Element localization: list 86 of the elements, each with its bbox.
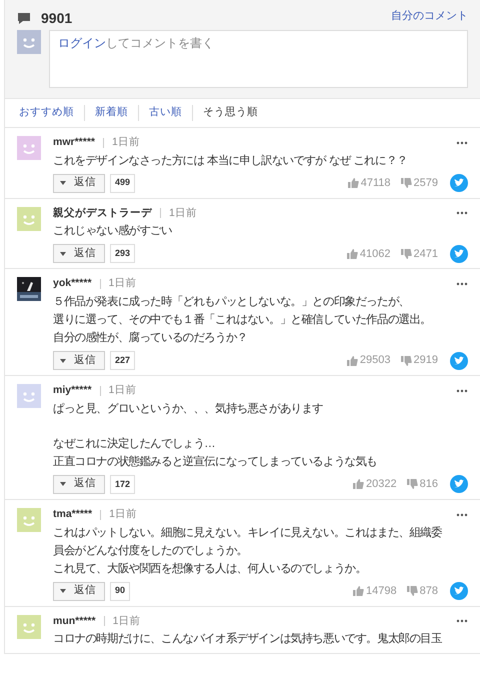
- sort-tab[interactable]: 古い順: [138, 105, 186, 121]
- username[interactable]: tma*****: [53, 506, 92, 522]
- username[interactable]: yok*****: [53, 276, 92, 292]
- more-icon[interactable]: [456, 282, 468, 286]
- thumbs-down-icon[interactable]: [400, 356, 412, 366]
- my-comments-link[interactable]: 自分のコメント: [391, 8, 468, 24]
- username[interactable]: mwr*****: [53, 134, 96, 150]
- caret-icon: [60, 181, 66, 185]
- comment-text: なぜこれに決定したんでしょう…: [53, 436, 216, 452]
- caret-icon: [60, 589, 66, 593]
- timestamp: 1日前: [108, 383, 136, 398]
- reply-count: 90: [110, 582, 130, 600]
- more-icon[interactable]: [456, 619, 468, 624]
- reply-count: 499: [110, 174, 136, 192]
- comment-text: これはパットしない。細胞に見えない。キレイに見えない。これはまた、組織委: [53, 525, 443, 540]
- sort-tab[interactable]: そう思う順: [192, 105, 262, 121]
- bird-share-icon[interactable]: [450, 244, 468, 263]
- like-count: 41062: [360, 246, 391, 262]
- caret-icon: [60, 358, 66, 362]
- thumbs-down-icon[interactable]: [406, 586, 418, 596]
- dislike-count: 2919: [414, 353, 438, 368]
- comment-icon: [17, 12, 31, 25]
- bird-share-icon[interactable]: [450, 475, 468, 494]
- comment-text: コロナの時期だけに、こんなバイオ系デザインは気持ち悪いです。鬼太郎の目玉: [53, 631, 443, 648]
- bird-share-icon[interactable]: [450, 582, 468, 600]
- like-count: 29503: [360, 353, 391, 368]
- caret-icon: [60, 482, 66, 486]
- more-icon[interactable]: [456, 140, 468, 145]
- comment-text: 正直コロナの状態鑑みると逆宣伝になってしまっているような気も: [53, 454, 378, 470]
- dislike-count: 2471: [414, 246, 438, 262]
- comment-text: ５作品が発表に成った時「どれもパッとしないな。」との印象だったが、: [53, 294, 410, 310]
- reply-count: 293: [110, 244, 136, 264]
- thumbs-up-icon[interactable]: [346, 356, 358, 366]
- comment-text: 員会がどんな付度をしたのでしょうか。: [53, 544, 248, 558]
- thumbs-up-icon[interactable]: [348, 178, 359, 188]
- comment-text: ぱっと見、グロいというか、、、気持ち悪さがあります: [53, 402, 324, 417]
- dislike-count: 816: [420, 477, 438, 492]
- reply-button[interactable]: 返信: [53, 174, 105, 192]
- timestamp: 1日前: [108, 276, 136, 292]
- avatar-icon: [17, 136, 41, 160]
- thumbs-up-icon[interactable]: [353, 479, 364, 490]
- username[interactable]: 親父がデストラーデ: [53, 206, 152, 222]
- reply-button[interactable]: 返信: [53, 474, 105, 494]
- sort-tab[interactable]: おすすめ順: [15, 105, 78, 121]
- caret-icon: [60, 252, 66, 256]
- thumbs-down-icon[interactable]: [400, 178, 412, 188]
- comment-text: 自分の感性が、腐っているのだろうか？: [53, 330, 248, 346]
- dislike-count: 878: [420, 584, 438, 599]
- thumbs-down-icon[interactable]: [406, 479, 418, 490]
- username[interactable]: miy*****: [53, 383, 92, 399]
- dislike-count: 2579: [414, 176, 438, 191]
- like-count: 47118: [360, 176, 391, 191]
- reply-button[interactable]: 返信: [53, 244, 105, 264]
- comment-text: これじゃない感がすごい: [53, 224, 173, 240]
- username[interactable]: mun*****: [53, 614, 96, 630]
- avatar-icon: [17, 384, 41, 408]
- reply-count: 172: [110, 474, 136, 494]
- more-icon[interactable]: [456, 388, 468, 393]
- thumbs-up-icon[interactable]: [353, 586, 364, 596]
- avatar-icon: [17, 614, 41, 638]
- like-count: 14798: [366, 584, 397, 599]
- like-count: 20322: [366, 477, 397, 492]
- thumbs-up-icon[interactable]: [346, 248, 358, 259]
- input-placeholder: してコメントを書く: [106, 36, 214, 50]
- avatar-icon: [17, 30, 41, 54]
- reply-button[interactable]: 返信: [53, 582, 105, 600]
- login-link[interactable]: ログイン: [58, 36, 106, 50]
- timestamp: 1日前: [109, 506, 137, 522]
- comment-text: これをデザインなさった方には 本当に申し訳ないですが なぜ これに？？: [53, 153, 408, 168]
- bird-share-icon[interactable]: [450, 352, 468, 370]
- comment-count: 9901: [41, 9, 72, 28]
- avatar-icon: [17, 508, 41, 532]
- comment-text: これ見て、大阪や関西を想像する人は、何人いるのでしょうか。: [53, 562, 368, 576]
- timestamp: 1日前: [112, 134, 140, 150]
- sort-tab[interactable]: 新着順: [84, 105, 132, 121]
- comment-input-field[interactable]: ログイン してコメントを書く: [49, 30, 468, 88]
- more-icon[interactable]: [456, 211, 468, 216]
- timestamp: 1日前: [112, 614, 140, 628]
- thumbs-down-icon[interactable]: [400, 248, 412, 259]
- reply-count: 227: [110, 351, 136, 370]
- more-icon[interactable]: [456, 512, 468, 517]
- comment-text: 選りに選って、その中でも１番「これはない。」と確信していた作品の選出。: [53, 312, 432, 328]
- avatar-icon: [17, 206, 41, 230]
- timestamp: 1日前: [169, 206, 197, 220]
- reply-button[interactable]: 返信: [53, 351, 105, 370]
- bird-share-icon[interactable]: [450, 174, 468, 192]
